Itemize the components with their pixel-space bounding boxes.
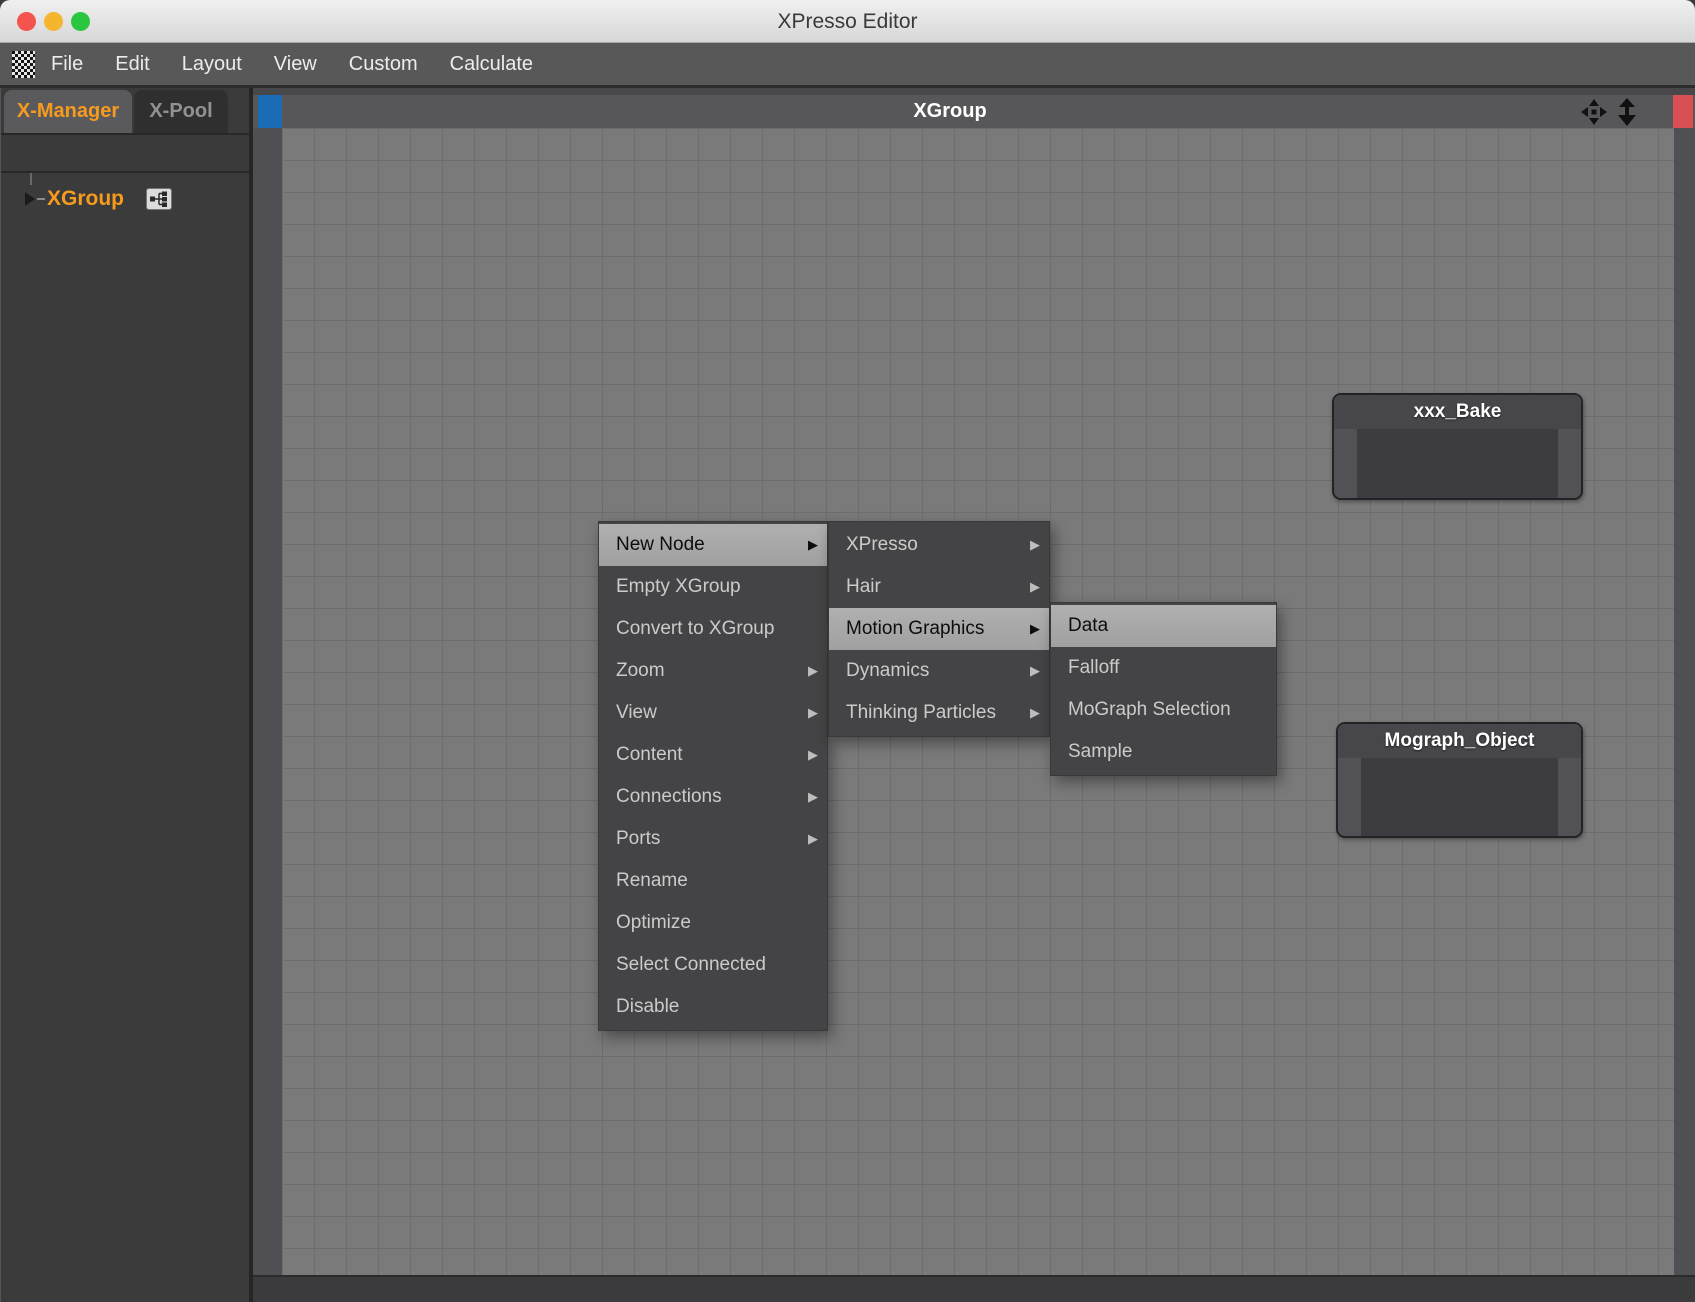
menu-item-view[interactable]: View ▶ [599,692,827,734]
menu-item-ports[interactable]: Ports ▶ [599,818,827,860]
xgroup-tree: XGroup [1,173,250,1302]
context-menu: New Node ▶ Empty XGroup Convert to XGrou… [598,521,828,1031]
submenu-arrow-icon: ▶ [808,789,818,805]
tree-connector [30,173,32,185]
grip-icon[interactable] [12,51,35,78]
canvas-right-gutter [1674,128,1695,1275]
tree-connector [37,198,45,200]
app-menubar: File Edit Layout View Custom Calculate [0,43,1695,88]
submenu-item-mograph-selection[interactable]: MoGraph Selection [1051,689,1276,731]
submenu-arrow-icon: ▶ [808,537,818,553]
submenu-arrow-icon: ▶ [1030,621,1040,637]
submenu-item-dynamics[interactable]: Dynamics ▶ [829,650,1049,692]
menu-item-connections[interactable]: Connections ▶ [599,776,827,818]
node-xxx-bake[interactable]: xxx_Bake [1332,393,1583,500]
submenu-item-hair[interactable]: Hair ▶ [829,566,1049,608]
submenu-arrow-icon: ▶ [1030,663,1040,679]
menu-custom[interactable]: Custom [333,53,434,76]
submenu-arrow-icon: ▶ [1030,579,1040,595]
motion-graphics-submenu: Data Falloff MoGraph Selection Sample [1050,602,1277,776]
new-node-submenu: XPresso ▶ Hair ▶ Motion Graphics ▶ Dynam… [828,521,1050,737]
submenu-item-sample[interactable]: Sample [1051,731,1276,773]
menu-file[interactable]: File [35,53,99,76]
sidebar: X-Manager X-Pool XGroup [0,88,249,1302]
menu-item-empty-xgroup[interactable]: Empty XGroup [599,566,827,608]
expander-icon[interactable] [25,192,35,206]
tab-x-pool[interactable]: X-Pool [134,90,228,133]
node-title: Mograph_Object [1385,730,1535,751]
canvas-left-gutter [253,128,282,1275]
window-titlebar[interactable]: XPresso Editor [0,0,1695,43]
xgroup-header-bar[interactable]: XGroup [253,95,1695,128]
node-mograph-object[interactable]: Mograph_Object [1336,722,1583,838]
canvas-bottom-strip [253,1275,1695,1302]
menu-view[interactable]: View [258,53,333,76]
submenu-item-falloff[interactable]: Falloff [1051,647,1276,689]
tab-x-manager[interactable]: X-Manager [4,90,132,133]
menu-item-rename[interactable]: Rename [599,860,827,902]
node-titlebar[interactable]: Mograph_Object [1338,724,1581,758]
search-input[interactable] [9,135,257,171]
scale-vertical-icon[interactable] [1614,98,1640,126]
xpresso-editor-window: XPresso Editor File Edit Layout View Cus… [0,0,1695,1302]
tree-item-xgroup[interactable]: XGroup [1,181,250,217]
menu-item-content[interactable]: Content ▶ [599,734,827,776]
tree-item-label: XGroup [47,187,124,211]
submenu-item-data[interactable]: Data [1051,605,1276,647]
move-icon[interactable] [1580,98,1608,126]
submenu-arrow-icon: ▶ [808,705,818,721]
group-output-port[interactable] [1673,95,1693,128]
submenu-item-motion-graphics[interactable]: Motion Graphics ▶ [829,608,1049,650]
menu-item-select-connected[interactable]: Select Connected [599,944,827,986]
sidebar-tabs: X-Manager X-Pool [1,90,249,133]
xgroup-node-icon[interactable] [146,188,172,210]
menu-item-disable[interactable]: Disable [599,986,827,1028]
menu-edit[interactable]: Edit [99,53,165,76]
submenu-arrow-icon: ▶ [1030,705,1040,721]
node-title: xxx_Bake [1414,401,1502,422]
xgroup-header-title: XGroup [913,95,986,128]
submenu-item-xpresso[interactable]: XPresso ▶ [829,524,1049,566]
menu-layout[interactable]: Layout [166,53,258,76]
group-input-port[interactable] [258,95,282,128]
window-title: XPresso Editor [0,0,1695,43]
submenu-arrow-icon: ▶ [808,747,818,763]
menu-calculate[interactable]: Calculate [434,53,549,76]
node-titlebar[interactable]: xxx_Bake [1334,395,1581,429]
search-bar [1,133,250,173]
submenu-item-thinking-particles[interactable]: Thinking Particles ▶ [829,692,1049,734]
menu-item-new-node[interactable]: New Node ▶ [599,524,827,566]
submenu-arrow-icon: ▶ [1030,537,1040,553]
menu-item-convert-to-xgroup[interactable]: Convert to XGroup [599,608,827,650]
menu-item-zoom[interactable]: Zoom ▶ [599,650,827,692]
menu-item-optimize[interactable]: Optimize [599,902,827,944]
submenu-arrow-icon: ▶ [808,831,818,847]
submenu-arrow-icon: ▶ [808,663,818,679]
